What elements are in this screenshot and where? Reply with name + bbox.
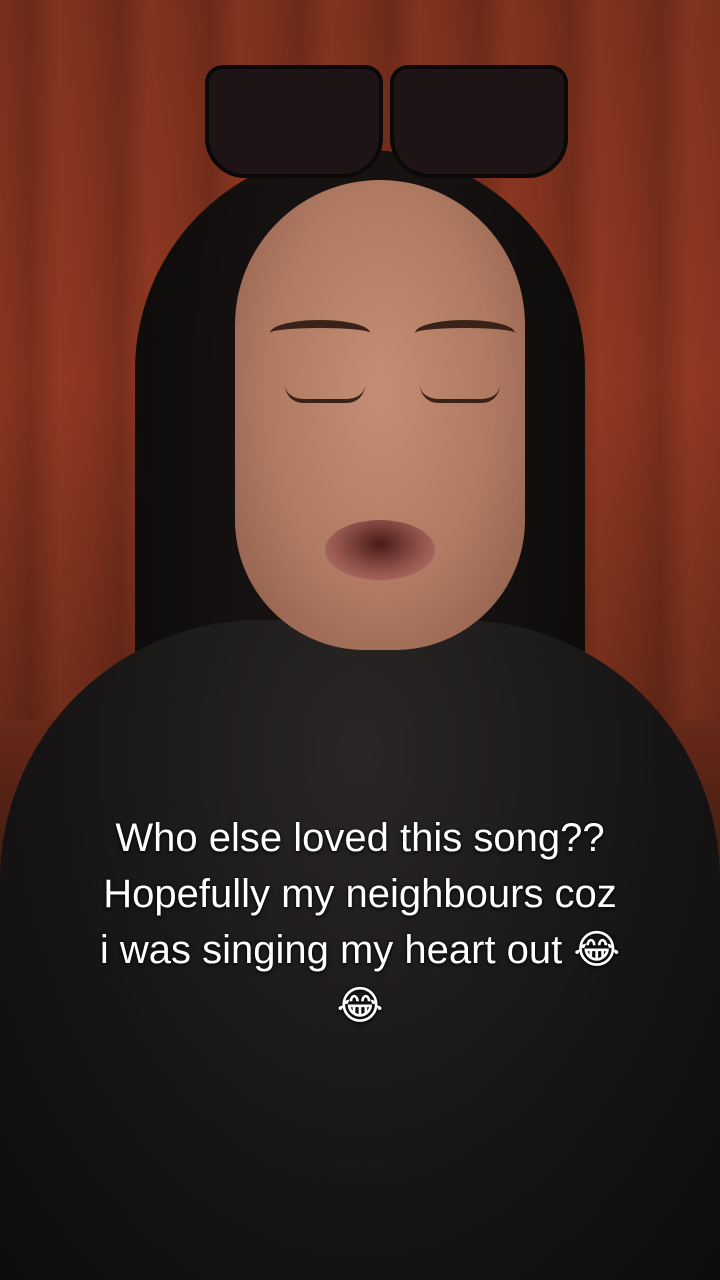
caption-line-4: 😂 — [336, 984, 384, 1028]
sunglasses-left-lens — [205, 65, 383, 178]
left-eye-closed — [285, 385, 365, 403]
video-caption: Who else loved this song?? Hopefully my … — [0, 810, 720, 1034]
mouth-singing — [325, 520, 435, 580]
caption-line-1: Who else loved this song?? — [115, 816, 605, 860]
video-frame[interactable]: Who else loved this song?? Hopefully my … — [0, 0, 720, 1280]
caption-line-3: i was singing my heart out 😂 — [99, 928, 621, 972]
right-eye-closed — [420, 385, 500, 403]
caption-line-2: Hopefully my neighbours coz — [103, 872, 617, 916]
right-eyebrow — [415, 320, 515, 346]
sunglasses — [205, 65, 568, 185]
left-eyebrow — [270, 320, 370, 346]
sunglasses-right-lens — [390, 65, 568, 178]
